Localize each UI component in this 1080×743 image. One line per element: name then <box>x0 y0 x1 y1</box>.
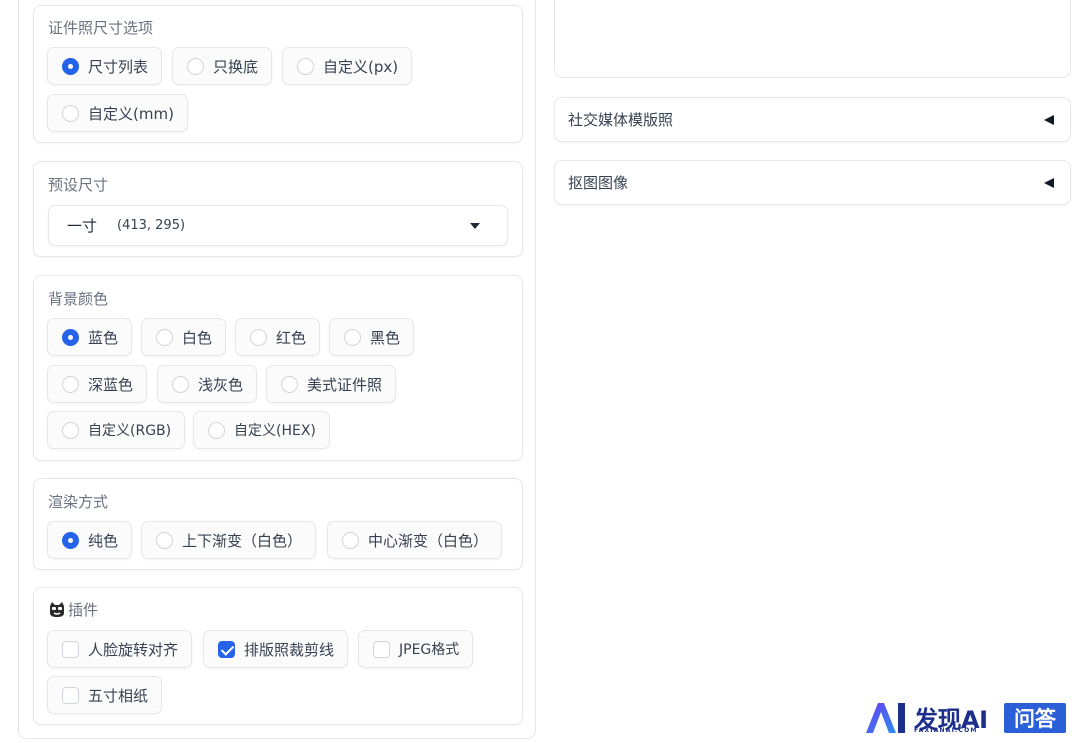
bg-option-dark-blue[interactable]: 深蓝色 <box>47 365 148 403</box>
bg-option-label: 自定义(HEX) <box>234 423 316 439</box>
render-mode-block: 渲染方式 纯色 上下渐变（白色） 中心渐变（白色） <box>33 478 523 570</box>
render-option-label: 上下渐变（白色） <box>182 531 303 550</box>
radio-checked-icon[interactable] <box>62 531 79 549</box>
watermark-badge: 问答 <box>1004 703 1066 733</box>
bg-option-blue[interactable]: 蓝色 <box>47 318 133 356</box>
size-option-custom-mm[interactable]: 自定义(mm) <box>47 94 188 132</box>
size-option-label: 自定义(px) <box>323 57 399 76</box>
size-option-change-bg-only[interactable]: 只换底 <box>172 47 273 85</box>
render-option-center-gradient[interactable]: 中心渐变（白色） <box>327 521 503 559</box>
plugins-label-wrap: 插件 <box>48 599 98 620</box>
accordion-label: 抠图图像 <box>568 174 629 192</box>
caret-down-icon[interactable] <box>470 223 480 229</box>
triangle-left-icon[interactable] <box>1044 178 1054 188</box>
bg-option-label: 自定义(RGB) <box>88 423 172 439</box>
size-option-label: 自定义(mm) <box>88 104 174 123</box>
background-color-block: 背景颜色 蓝色 白色 红色 黑色 深蓝色 浅灰色 美式证件照 自定义(RGB) … <box>33 275 523 461</box>
render-option-vertical-gradient[interactable]: 上下渐变（白色） <box>141 521 317 559</box>
bg-option-white[interactable]: 白色 <box>141 318 227 356</box>
radio-icon[interactable] <box>62 104 79 122</box>
bg-option-label: 红色 <box>276 328 307 347</box>
render-mode-label: 渲染方式 <box>48 493 109 511</box>
bg-option-label: 美式证件照 <box>307 375 383 394</box>
bg-option-custom-rgb[interactable]: 自定义(RGB) <box>47 411 186 449</box>
plugin-label: 人脸旋转对齐 <box>88 640 179 659</box>
render-option-solid[interactable]: 纯色 <box>47 521 133 559</box>
checkbox-checked-icon[interactable] <box>218 640 235 658</box>
output-panel <box>554 0 1071 78</box>
preset-size-label: 预设尺寸 <box>48 176 109 194</box>
radio-icon[interactable] <box>156 328 173 346</box>
checkbox-icon[interactable] <box>62 640 79 658</box>
plugin-face-align[interactable]: 人脸旋转对齐 <box>47 630 193 668</box>
bg-option-label: 蓝色 <box>88 328 119 347</box>
render-option-label: 中心渐变（白色） <box>368 531 489 550</box>
plugins-block: 插件 人脸旋转对齐 排版照裁剪线 JPEG格式 五寸相纸 <box>33 587 523 725</box>
bg-option-custom-hex[interactable]: 自定义(HEX) <box>193 411 330 449</box>
bg-option-us-id[interactable]: 美式证件照 <box>266 365 397 403</box>
radio-icon[interactable] <box>62 375 79 393</box>
bg-option-light-gray[interactable]: 浅灰色 <box>157 365 258 403</box>
plugin-label: JPEG格式 <box>399 642 460 658</box>
robot-face-icon <box>50 602 64 617</box>
preset-size-dimensions: (413, 295) <box>117 218 186 233</box>
radio-icon[interactable] <box>62 421 79 439</box>
bg-option-label: 白色 <box>182 328 213 347</box>
size-options-block: 证件照尺寸选项 尺寸列表 只换底 自定义(px) 自定义(mm) <box>33 5 523 143</box>
plugins-label: 插件 <box>68 601 99 619</box>
checkbox-icon[interactable] <box>62 686 79 704</box>
bg-option-label: 深蓝色 <box>88 375 134 394</box>
radio-icon[interactable] <box>281 375 298 393</box>
radio-icon[interactable] <box>208 421 225 439</box>
size-option-label: 只换底 <box>213 57 259 76</box>
bg-option-label: 浅灰色 <box>198 375 244 394</box>
radio-checked-icon[interactable] <box>62 328 79 346</box>
render-option-label: 纯色 <box>88 531 119 550</box>
bg-option-red[interactable]: 红色 <box>235 318 321 356</box>
radio-checked-icon[interactable] <box>62 57 79 75</box>
radio-icon[interactable] <box>342 531 359 549</box>
radio-icon[interactable] <box>344 328 361 346</box>
background-color-label: 背景颜色 <box>48 290 109 308</box>
checkbox-icon[interactable] <box>373 640 390 658</box>
preset-size-block: 预设尺寸 一寸 (413, 295) <box>33 161 523 257</box>
size-option-label: 尺寸列表 <box>88 57 149 76</box>
ai-logo-icon <box>866 703 905 733</box>
size-option-custom-px[interactable]: 自定义(px) <box>282 47 413 85</box>
radio-icon[interactable] <box>156 531 173 549</box>
watermark: 发现AI FAXIANAI.COM 问答 <box>864 700 1066 736</box>
preset-size-dropdown[interactable]: 一寸 (413, 295) <box>48 205 508 246</box>
bg-option-black[interactable]: 黑色 <box>329 318 415 356</box>
watermark-sub: FAXIANAI.COM <box>914 727 978 734</box>
plugin-5-inch-paper[interactable]: 五寸相纸 <box>47 676 163 714</box>
radio-icon[interactable] <box>172 375 189 393</box>
plugin-crop-lines[interactable]: 排版照裁剪线 <box>203 630 349 668</box>
plugin-label: 五寸相纸 <box>88 686 149 705</box>
accordion-matting[interactable]: 抠图图像 <box>554 160 1071 205</box>
radio-icon[interactable] <box>187 57 204 75</box>
radio-icon[interactable] <box>250 328 267 346</box>
preset-size-value: 一寸 <box>67 217 98 235</box>
plugin-jpeg-format[interactable]: JPEG格式 <box>358 630 474 668</box>
size-option-list[interactable]: 尺寸列表 <box>47 47 163 85</box>
radio-icon[interactable] <box>297 57 314 75</box>
accordion-social-media[interactable]: 社交媒体模版照 <box>554 97 1071 142</box>
bg-option-label: 黑色 <box>370 328 401 347</box>
triangle-left-icon[interactable] <box>1044 115 1054 125</box>
size-options-label: 证件照尺寸选项 <box>48 19 154 37</box>
accordion-label: 社交媒体模版照 <box>568 111 674 129</box>
plugin-label: 排版照裁剪线 <box>244 640 335 659</box>
